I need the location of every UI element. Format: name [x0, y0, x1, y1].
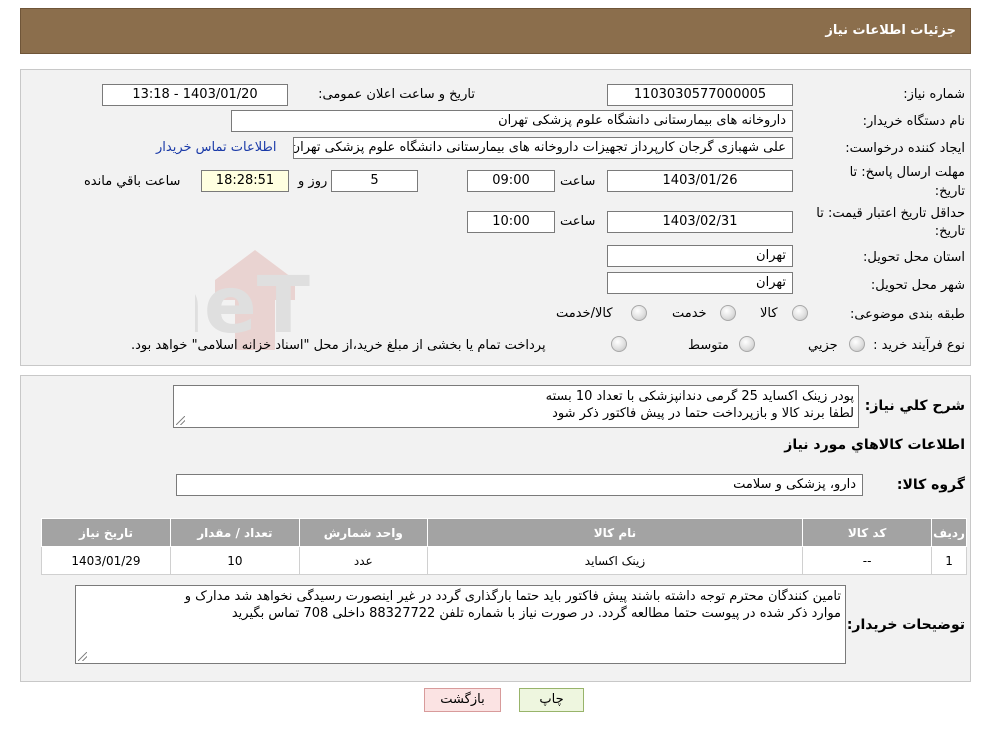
- page-header: جزئیات اطلاعات نیاز: [20, 8, 971, 54]
- deadline-time-field[interactable]: 09:00: [467, 170, 555, 192]
- cell-need-date: 1403/01/29: [41, 546, 171, 575]
- cell-code: --: [802, 546, 933, 575]
- price-validity-label-2: تاریخ:: [934, 224, 965, 239]
- price-validity-label-1: حداقل تاریخ اعتبار قیمت: تا: [816, 206, 965, 221]
- category-label: طبقه بندی موضوعی:: [849, 307, 965, 322]
- summary-label: شرح كلي نياز:: [864, 398, 965, 414]
- city-field[interactable]: تهران: [607, 272, 793, 294]
- print-button[interactable]: چاپ: [519, 688, 584, 712]
- city-label: شهر محل تحویل:: [870, 278, 965, 293]
- deadline-time-label: ساعت: [560, 174, 596, 189]
- cell-name: زینک اکساید: [426, 546, 804, 575]
- need-number-label: شماره نیاز:: [903, 87, 965, 102]
- col-quantity: تعداد / مقدار: [169, 518, 300, 547]
- page: جزئیات اطلاعات نیاز AriaTender.neT شماره…: [0, 0, 985, 733]
- process-option-medium: متوسط: [688, 338, 729, 353]
- remaining-label: ساعت باقي مانده: [84, 174, 181, 189]
- treasury-payment-note: پرداخت تمام یا بخشی از مبلغ خرید،از محل …: [131, 338, 546, 353]
- process-option-small: جزیي: [808, 338, 838, 353]
- goods-section-title: اطلاعات كالاهاي مورد نياز: [784, 437, 965, 453]
- category-option-service: خدمت: [672, 306, 707, 321]
- days-remaining-field[interactable]: 5: [331, 170, 418, 192]
- deadline-label-1: مهلت ارسال پاسخ: تا: [849, 165, 965, 180]
- resize-grip-icon[interactable]: [78, 652, 87, 661]
- col-name: نام کالا: [426, 518, 804, 547]
- process-label: نوع فرآیند خرید :: [873, 338, 965, 353]
- deadline-label-2: تاریخ:: [934, 184, 965, 199]
- cell-quantity: 10: [169, 546, 300, 575]
- cell-row: 1: [931, 546, 967, 575]
- goods-table: رديف کد کالا نام کالا واحد شمارش تعداد /…: [41, 518, 967, 575]
- col-code: کد کالا: [802, 518, 933, 547]
- category-option-goods-service: کالا/خدمت: [556, 306, 613, 321]
- buyer-notes-line-2: موارد ذکر شده در پیوست حتما مطالعه گردد.…: [231, 606, 841, 621]
- col-row: رديف: [931, 518, 967, 547]
- deadline-date-field[interactable]: 1403/01/26: [607, 170, 793, 192]
- creator-label: ایجاد کننده درخواست:: [845, 141, 965, 156]
- category-radio-service[interactable]: [720, 305, 736, 321]
- goods-group-field[interactable]: دارو، پزشکی و سلامت: [176, 474, 863, 496]
- buyer-org-label: نام دستگاه خریدار:: [862, 114, 965, 129]
- category-radio-goods-service[interactable]: [631, 305, 647, 321]
- remaining-time-field[interactable]: 18:28:51: [201, 170, 289, 192]
- province-label: استان محل تحویل:: [863, 250, 965, 265]
- buyer-org-field[interactable]: داروخانه های بیمارستانی دانشگاه علوم پزش…: [231, 110, 793, 132]
- resize-grip-icon[interactable]: [176, 416, 185, 425]
- back-button[interactable]: بازگشت: [424, 688, 501, 712]
- col-unit: واحد شمارش: [298, 518, 428, 547]
- goods-table-header: رديف کد کالا نام کالا واحد شمارش تعداد /…: [41, 518, 967, 547]
- category-radio-goods[interactable]: [792, 305, 808, 321]
- province-field[interactable]: تهران: [607, 245, 793, 267]
- announce-label: تاریخ و ساعت اعلان عمومی:: [318, 87, 475, 102]
- table-row[interactable]: 1 -- زینک اکساید عدد 10 1403/01/29: [41, 546, 967, 575]
- col-need-date: تاریخ نیاز: [41, 518, 171, 547]
- summary-line-2: لطفا برند کالا و بازپرداخت حتما در پیش ف…: [552, 406, 854, 421]
- price-validity-time-field[interactable]: 10:00: [467, 211, 555, 233]
- announce-datetime-field[interactable]: 1403/01/20 - 13:18: [102, 84, 288, 106]
- category-option-goods: کالا: [760, 306, 778, 321]
- buyer-notes-label: توضیحات خریدار:: [846, 617, 965, 633]
- process-radio-medium[interactable]: [739, 336, 755, 352]
- goods-group-label: گروه کالا:: [896, 477, 965, 493]
- buyer-notes-line-1: تامین کنندگان محترم توجه داشته باشند پیش…: [184, 589, 841, 604]
- summary-line-1: پودر زینک اکساید 25 گرمی دندانپزشکی با ت…: [545, 389, 854, 404]
- price-validity-date-field[interactable]: 1403/02/31: [607, 211, 793, 233]
- creator-field[interactable]: علی شهبازی گرجان کارپرداز تجهیزات داروخا…: [293, 137, 793, 159]
- buyer-notes-textarea[interactable]: تامین کنندگان محترم توجه داشته باشند پیش…: [75, 585, 846, 664]
- price-validity-time-label: ساعت: [560, 214, 596, 229]
- days-label: روز و: [298, 174, 328, 189]
- need-number-field[interactable]: 1103030577000005: [607, 84, 793, 106]
- page-title: جزئیات اطلاعات نیاز: [825, 23, 956, 38]
- cell-unit: عدد: [298, 546, 428, 575]
- process-radio-small[interactable]: [849, 336, 865, 352]
- buyer-contact-link[interactable]: اطلاعات تماس خریدار: [156, 140, 276, 155]
- summary-textarea[interactable]: پودر زینک اکساید 25 گرمی دندانپزشکی با ت…: [173, 385, 859, 428]
- treasury-payment-checkbox[interactable]: [611, 336, 627, 352]
